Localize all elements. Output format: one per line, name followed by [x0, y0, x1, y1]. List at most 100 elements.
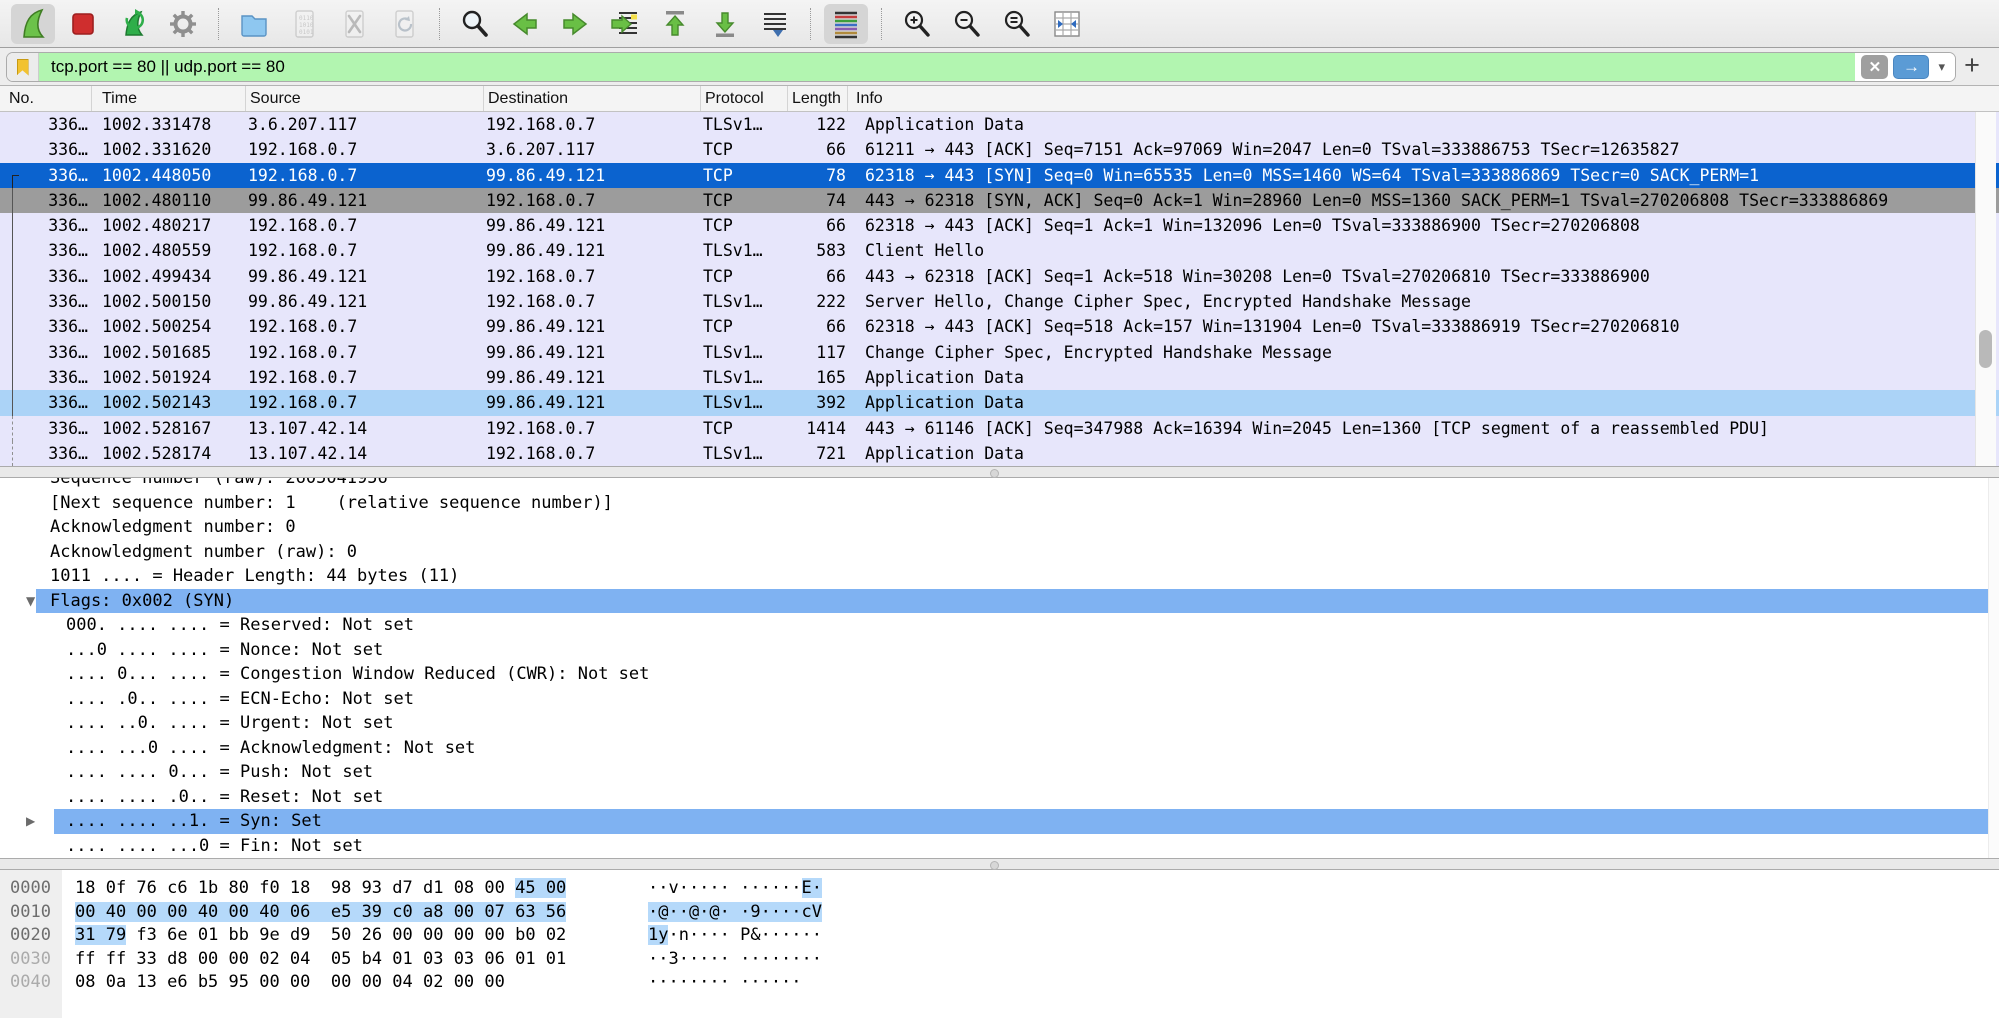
- scrollbar-thumb[interactable]: [1979, 330, 1992, 368]
- go-to-packet-button[interactable]: [603, 4, 647, 44]
- packet-row[interactable]: 336…1002.502143192.168.0.799.86.49.121TL…: [0, 390, 1999, 415]
- packet-row[interactable]: 336…1002.480217192.168.0.799.86.49.121TC…: [0, 213, 1999, 238]
- cell-time: 1002.448050: [92, 163, 246, 188]
- column-header-source[interactable]: Source: [246, 86, 484, 111]
- packet-row[interactable]: 336…1002.49943499.86.49.121192.168.0.7TC…: [0, 264, 1999, 289]
- auto-scroll-button[interactable]: [753, 4, 797, 44]
- detail-line[interactable]: .... .... 0... = Push: Not set: [0, 760, 1999, 785]
- column-header-info[interactable]: Info: [848, 86, 1999, 111]
- cell-info: Application Data: [848, 441, 1999, 466]
- filter-add-button[interactable]: +: [1959, 50, 1985, 81]
- expander-right-icon[interactable]: ▶: [26, 809, 40, 834]
- filter-clear-button[interactable]: ✕: [1861, 55, 1888, 79]
- details-scrollbar[interactable]: [1988, 478, 1999, 858]
- hex-bytes: 31 79 f3 6e 01 bb 9e d9 50 26 00 00 00 0…: [75, 924, 566, 948]
- packet-row[interactable]: 336…1002.50015099.86.49.121192.168.0.7TL…: [0, 289, 1999, 314]
- save-file-button[interactable]: 011010100101: [282, 4, 326, 44]
- detail-line[interactable]: ▼Flags: 0x002 (SYN): [0, 589, 1999, 614]
- column-header-destination[interactable]: Destination: [484, 86, 701, 111]
- open-file-button[interactable]: [232, 4, 276, 44]
- detail-line[interactable]: .... .0.. .... = ECN-Echo: Not set: [0, 687, 1999, 712]
- capture-options-button[interactable]: [161, 4, 205, 44]
- packet-row[interactable]: 336…1002.500254192.168.0.799.86.49.121TC…: [0, 314, 1999, 339]
- detail-line[interactable]: .... ..0. .... = Urgent: Not set: [0, 711, 1999, 736]
- filter-apply-button[interactable]: →: [1893, 55, 1929, 79]
- hex-highlight: E·: [802, 878, 822, 898]
- column-header-no[interactable]: No.: [0, 86, 92, 111]
- detail-line[interactable]: .... .... .0.. = Reset: Not set: [0, 785, 1999, 810]
- cell-protocol: TLSv1…: [701, 340, 788, 365]
- filter-dropdown-button[interactable]: ▾: [1934, 59, 1949, 75]
- find-packet-button[interactable]: [453, 4, 497, 44]
- details-bytes-splitter[interactable]: [0, 858, 1999, 870]
- detail-line[interactable]: Acknowledgment number (raw): 0: [0, 540, 1999, 565]
- detail-line[interactable]: .... ...0 .... = Acknowledgment: Not set: [0, 736, 1999, 761]
- list-details-splitter[interactable]: [0, 466, 1999, 478]
- hex-row[interactable]: 000018 0f 76 c6 1b 80 f0 18 98 93 d7 d1 …: [0, 877, 1999, 901]
- cell-destination: 192.168.0.7: [484, 112, 701, 137]
- cell-source: 192.168.0.7: [246, 390, 484, 415]
- column-header-protocol[interactable]: Protocol: [701, 86, 788, 111]
- first-packet-button[interactable]: [653, 4, 697, 44]
- detail-text: .... 0... .... = Congestion Window Reduc…: [66, 662, 649, 687]
- hex-row[interactable]: 002031 79 f3 6e 01 bb 9e d9 50 26 00 00 …: [0, 924, 1999, 948]
- start-capture-button[interactable]: [11, 4, 55, 44]
- hex-row[interactable]: 004008 0a 13 e6 b5 95 00 00 00 00 04 02 …: [0, 971, 1999, 995]
- chevron-down-icon: ▾: [1938, 59, 1945, 74]
- close-file-button[interactable]: [332, 4, 376, 44]
- filter-bookmark-button[interactable]: [7, 53, 39, 81]
- packet-list-scrollbar[interactable]: [1975, 112, 1996, 466]
- detail-line[interactable]: 1011 .... = Header Length: 44 bytes (11): [0, 564, 1999, 589]
- restart-capture-button[interactable]: [111, 4, 155, 44]
- previous-packet-button[interactable]: [503, 4, 547, 44]
- detail-line[interactable]: ...0 .... .... = Nonce: Not set: [0, 638, 1999, 663]
- zoom-in-button[interactable]: [895, 4, 939, 44]
- expander-down-icon[interactable]: ▼: [26, 589, 40, 614]
- detail-text: .... ...0 .... = Acknowledgment: Not set: [66, 736, 475, 761]
- packet-row[interactable]: 336…1002.48011099.86.49.121192.168.0.7TC…: [0, 188, 1999, 213]
- display-filter-field[interactable]: tcp.port == 80 || udp.port == 80 ✕ → ▾: [6, 52, 1956, 82]
- cell-destination: 99.86.49.121: [484, 238, 701, 263]
- detail-text: Acknowledgment number (raw): 0: [50, 540, 357, 565]
- packet-row[interactable]: 336…1002.501685192.168.0.799.86.49.121TL…: [0, 340, 1999, 365]
- column-header-time[interactable]: Time: [92, 86, 246, 111]
- arrow-into-list-icon: [609, 8, 641, 40]
- detail-line[interactable]: .... .... ...0 = Fin: Not set: [0, 834, 1999, 859]
- cell-protocol: TLSv1…: [701, 238, 788, 263]
- autoscroll-icon: [759, 8, 791, 40]
- packet-row[interactable]: 336…1002.331620192.168.0.73.6.207.117TCP…: [0, 137, 1999, 162]
- reload-file-button[interactable]: [382, 4, 426, 44]
- packet-row[interactable]: 336…1002.3314783.6.207.117192.168.0.7TLS…: [0, 112, 1999, 137]
- packet-row[interactable]: 336…1002.480559192.168.0.799.86.49.121TL…: [0, 238, 1999, 263]
- zoom-reset-button[interactable]: [995, 4, 1039, 44]
- packet-row[interactable]: 336…1002.52817413.107.42.14192.168.0.7TL…: [0, 441, 1999, 466]
- column-header-length[interactable]: Length: [788, 86, 848, 111]
- next-packet-button[interactable]: [553, 4, 597, 44]
- colorize-packets-button[interactable]: [824, 4, 868, 44]
- detail-line[interactable]: Acknowledgment number: 0: [0, 515, 1999, 540]
- last-packet-button[interactable]: [703, 4, 747, 44]
- packet-row[interactable]: 336…1002.448050192.168.0.799.86.49.121TC…: [0, 163, 1999, 188]
- cell-source: 99.86.49.121: [246, 264, 484, 289]
- fin-restart-icon: [117, 8, 149, 40]
- arrow-up-bar-icon: [659, 8, 691, 40]
- cell-source: 99.86.49.121: [246, 289, 484, 314]
- packet-row[interactable]: 336…1002.52816713.107.42.14192.168.0.7TC…: [0, 416, 1999, 441]
- detail-line[interactable]: ▶.... .... ..1. = Syn: Set: [0, 809, 1999, 834]
- packet-row[interactable]: 336…1002.501924192.168.0.799.86.49.121TL…: [0, 365, 1999, 390]
- zoom-out-button[interactable]: [945, 4, 989, 44]
- stop-capture-button[interactable]: [61, 4, 105, 44]
- resize-columns-button[interactable]: [1045, 4, 1089, 44]
- cell-info: Application Data: [848, 112, 1999, 137]
- hex-row[interactable]: 001000 40 00 00 40 00 40 06 e5 39 c0 a8 …: [0, 901, 1999, 925]
- resize-columns-icon: [1051, 8, 1083, 40]
- hex-row[interactable]: 0030ff ff 33 d8 00 00 02 04 05 b4 01 03 …: [0, 948, 1999, 972]
- detail-line[interactable]: 000. .... .... = Reserved: Not set: [0, 613, 1999, 638]
- cell-source: 192.168.0.7: [246, 238, 484, 263]
- arrow-left-icon: [509, 8, 541, 40]
- detail-line[interactable]: .... 0... .... = Congestion Window Reduc…: [0, 662, 1999, 687]
- detail-line[interactable]: Sequence number (raw): 2605041956: [0, 478, 1999, 491]
- cell-length: 122: [788, 112, 848, 137]
- detail-line[interactable]: [Next sequence number: 1 (relative seque…: [0, 491, 1999, 516]
- display-filter-input[interactable]: tcp.port == 80 || udp.port == 80: [39, 53, 1855, 81]
